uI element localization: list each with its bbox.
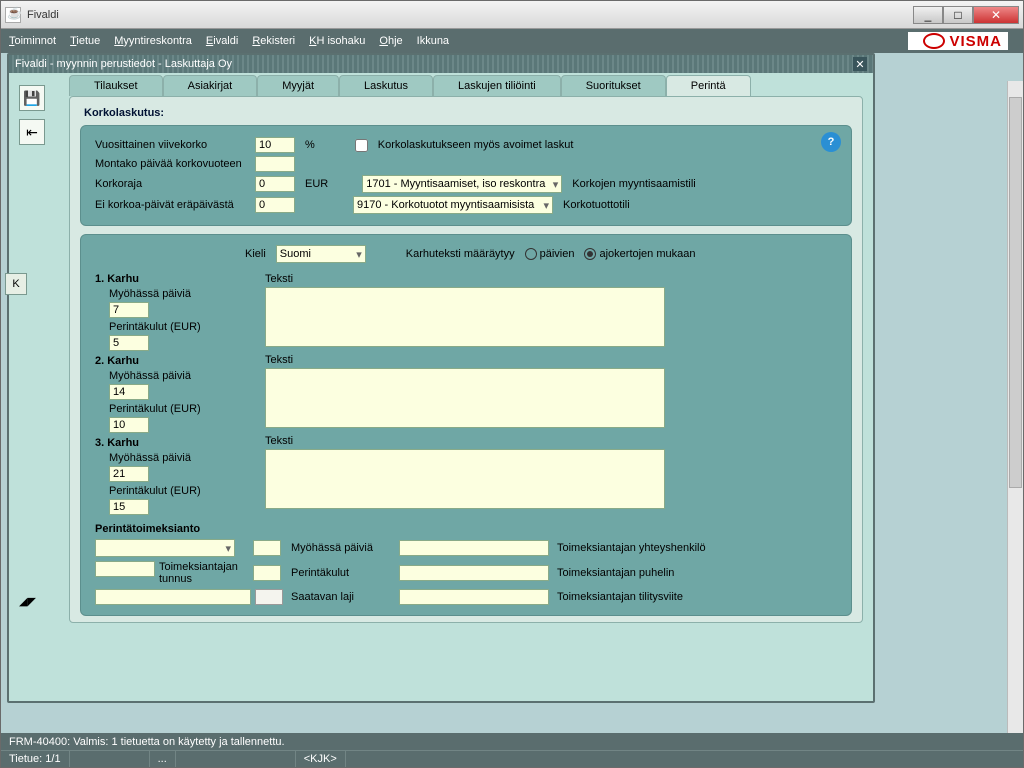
karhu3-per-input[interactable] bbox=[109, 499, 149, 515]
karhu2-myo-input[interactable] bbox=[109, 384, 149, 400]
lbl-puhelin: Toimeksiantajan puhelin bbox=[557, 567, 727, 579]
tab-asiakirjat[interactable]: Asiakirjat bbox=[163, 75, 258, 96]
input-yhteyshenkilo-left[interactable] bbox=[399, 540, 549, 556]
lbl-saatavan: Saatavan laji bbox=[291, 591, 391, 603]
lbl-myohassa: Myöhässä päiviä bbox=[291, 542, 391, 554]
karhu1-per-label: Perintäkulut (EUR) bbox=[109, 321, 245, 333]
select-myyntisaamistili[interactable]: 1701 - Myyntisaamiset, iso reskontra bbox=[362, 175, 562, 193]
tab-laskutus[interactable]: Laskutus bbox=[339, 75, 433, 96]
menu-toiminnot[interactable]: Toiminnot bbox=[9, 35, 56, 47]
tab-perinta[interactable]: Perintä bbox=[666, 75, 751, 96]
korkolaskutus-box: ? Vuosittainen viivekorko % Korkolaskutu… bbox=[80, 125, 852, 226]
eur-label: EUR bbox=[305, 178, 328, 190]
karhu3-title: 3. Karhu bbox=[95, 437, 245, 449]
back-icon[interactable]: ⇤ bbox=[19, 119, 45, 145]
lbl-perintakulut: Perintäkulut bbox=[291, 567, 391, 579]
lbl-avoimet: Korkolaskutukseen myös avoimet laskut bbox=[378, 139, 574, 151]
perintatoimeksianto-heading: Perintätoimeksianto bbox=[95, 523, 837, 535]
window-titlebar: Fivaldi _ □ ✕ bbox=[1, 1, 1023, 29]
lbl-korkotuottotili: Korkotuottotili bbox=[563, 199, 630, 211]
side-k-button[interactable]: K bbox=[5, 273, 27, 295]
karhu1-teksti-label: Teksti bbox=[265, 273, 837, 285]
karhu3-teksti-label: Teksti bbox=[265, 435, 837, 447]
karhu2-per-label: Perintäkulut (EUR) bbox=[109, 403, 245, 415]
select-kieli[interactable]: Suomi bbox=[276, 245, 366, 263]
subwindow-title: Fivaldi - myynnin perustiedot - Laskutta… bbox=[15, 58, 232, 70]
fivaldi-icon[interactable]: ◢◤ bbox=[19, 595, 36, 608]
maximize-button[interactable]: □ bbox=[943, 6, 973, 24]
menu-eivaldi[interactable]: Eivaldi bbox=[206, 35, 238, 47]
karhu3-teksti[interactable] bbox=[265, 449, 665, 509]
karhu1-teksti[interactable] bbox=[265, 287, 665, 347]
tab-myyjat[interactable]: Myyjät bbox=[257, 75, 339, 96]
select-korkotuottotili[interactable]: 9170 - Korkotuotot myyntisaamisista bbox=[353, 196, 553, 214]
input-tilitysviite-left[interactable] bbox=[399, 589, 549, 605]
menu-tietue[interactable]: Tietue bbox=[70, 35, 100, 47]
input-saatavan[interactable] bbox=[95, 589, 251, 605]
input-perintakulut-small[interactable] bbox=[253, 565, 281, 581]
menu-ohje[interactable]: Ohje bbox=[379, 35, 402, 47]
karhu2-teksti-label: Teksti bbox=[265, 354, 837, 366]
lbl-yhteyshenkilo: Toimeksiantajan yhteyshenkilö bbox=[557, 542, 727, 554]
save-icon[interactable]: 💾 bbox=[19, 85, 45, 111]
lbl-montako: Montako päivää korkovuoteen bbox=[95, 158, 245, 170]
status-tietue: Tietue: 1/1 bbox=[1, 751, 70, 767]
karhu-box: Kieli Suomi Karhuteksti määräytyy päivie… bbox=[80, 234, 852, 616]
status-dots: ... bbox=[150, 751, 176, 767]
karhu2-title: 2. Karhu bbox=[95, 355, 245, 367]
input-puhelin-left[interactable] bbox=[399, 565, 549, 581]
lbl-tilitysviite: Toimeksiantajan tilitysviite bbox=[557, 591, 727, 603]
lbl-myyntisaamistili: Korkojen myyntisaamistili bbox=[572, 178, 695, 190]
subwindow-close[interactable]: ✕ bbox=[853, 57, 867, 71]
tab-laskujen-tiliointi[interactable]: Laskujen tiliöinti bbox=[433, 75, 561, 96]
karhu1-title: 1. Karhu bbox=[95, 273, 245, 285]
input-eikorkoa[interactable] bbox=[255, 197, 295, 213]
subwindow-titlebar: Fivaldi - myynnin perustiedot - Laskutta… bbox=[9, 55, 873, 73]
tabs: Tilaukset Asiakirjat Myyjät Laskutus Las… bbox=[69, 75, 873, 96]
karhu2-teksti[interactable] bbox=[265, 368, 665, 428]
karhu3-myo-input[interactable] bbox=[109, 466, 149, 482]
input-myohassa-small[interactable] bbox=[253, 540, 281, 556]
lbl-kieli: Kieli bbox=[245, 248, 266, 260]
tab-tilaukset[interactable]: Tilaukset bbox=[69, 75, 163, 96]
menu-kh-isohaku[interactable]: KH isohaku bbox=[309, 35, 365, 47]
karhu2-myo-label: Myöhässä päiviä bbox=[109, 370, 245, 382]
radio-ajokertojen[interactable] bbox=[584, 248, 596, 260]
lbl-eikorkoa: Ei korkoa-päivät eräpäivästä bbox=[95, 199, 245, 211]
karhu2-per-input[interactable] bbox=[109, 417, 149, 433]
close-button[interactable]: ✕ bbox=[973, 6, 1019, 24]
checkbox-avoimet[interactable] bbox=[355, 139, 368, 152]
input-tunnus[interactable] bbox=[95, 561, 155, 577]
radio-paivien[interactable] bbox=[525, 248, 537, 260]
window-title: Fivaldi bbox=[27, 9, 59, 21]
java-icon bbox=[5, 7, 21, 23]
minimize-button[interactable]: _ bbox=[913, 6, 943, 24]
visma-logo: VISMA bbox=[908, 32, 1008, 50]
status-message: FRM-40400: Valmis: 1 tietuetta on käytet… bbox=[1, 733, 1023, 750]
karhu1-myo-label: Myöhässä päiviä bbox=[109, 288, 245, 300]
btn-saatavan-lov[interactable] bbox=[255, 589, 283, 605]
vertical-scrollbar[interactable] bbox=[1007, 81, 1023, 733]
section-heading: Korkolaskutus: bbox=[84, 107, 852, 119]
menu-rekisteri[interactable]: Rekisteri bbox=[252, 35, 295, 47]
menu-myyntireskontra[interactable]: Myyntireskontra bbox=[114, 35, 192, 47]
karhu1-myo-input[interactable] bbox=[109, 302, 149, 318]
help-icon[interactable]: ? bbox=[821, 132, 841, 152]
input-korkoraja[interactable] bbox=[255, 176, 295, 192]
lbl-vuosikorko: Vuosittainen viivekorko bbox=[95, 139, 245, 151]
tab-suoritukset[interactable]: Suoritukset bbox=[561, 75, 666, 96]
lbl-tunnus: Toimeksiantajan tunnus bbox=[159, 561, 245, 585]
input-montako[interactable] bbox=[255, 156, 295, 172]
karhu1-per-input[interactable] bbox=[109, 335, 149, 351]
lbl-karhuteksti: Karhuteksti määräytyy bbox=[406, 248, 515, 260]
karhu3-myo-label: Myöhässä päiviä bbox=[109, 452, 245, 464]
karhu3-per-label: Perintäkulut (EUR) bbox=[109, 485, 245, 497]
percent-sign: % bbox=[305, 139, 315, 151]
status-kjk: <KJK> bbox=[296, 751, 346, 767]
select-toimeksianto[interactable] bbox=[95, 539, 235, 557]
input-vuosikorko[interactable] bbox=[255, 137, 295, 153]
menu-bar: Toiminnot Tietue Myyntireskontra Eivaldi… bbox=[1, 29, 1023, 53]
lbl-korkoraja: Korkoraja bbox=[95, 178, 245, 190]
menu-ikkuna[interactable]: Ikkuna bbox=[417, 35, 449, 47]
